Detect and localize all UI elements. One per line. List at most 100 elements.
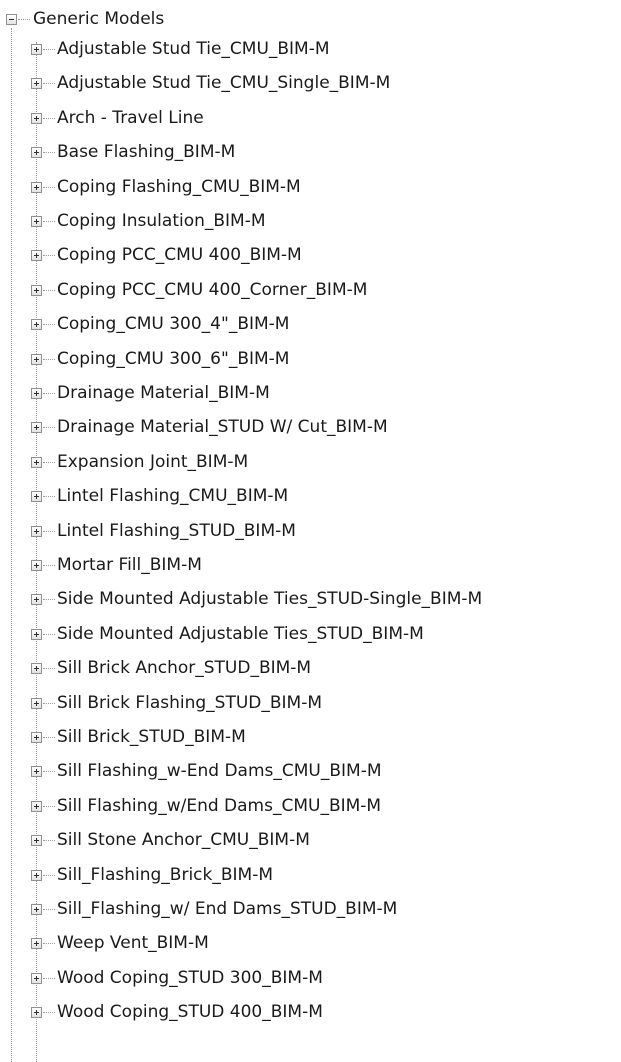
expand-icon[interactable] [31,44,42,55]
tree-node-label[interactable]: Drainage Material_STUD W/ Cut_BIM-M [57,416,388,438]
tree-node-label[interactable]: Wood Coping_STUD 300_BIM-M [57,967,323,989]
tree-node-family[interactable]: Expansion Joint_BIM-M [0,447,621,477]
tree-node-family[interactable]: Base Flashing_BIM-M [0,137,621,167]
tree-node-label[interactable]: Lintel Flashing_STUD_BIM-M [57,520,296,542]
tree-connector-branch [43,290,55,291]
expand-icon[interactable] [31,78,42,89]
expand-icon[interactable] [31,801,42,812]
tree-node-family[interactable]: Side Mounted Adjustable Ties_STUD_BIM-M [0,619,621,649]
expand-icon[interactable] [31,904,42,915]
expand-icon[interactable] [31,698,42,709]
tree-node-label[interactable]: Coping Flashing_CMU_BIM-M [57,176,301,198]
tree-node-label[interactable]: Coping Insulation_BIM-M [57,210,266,232]
tree-node-label[interactable]: Coping_CMU 300_4"_BIM-M [57,313,289,335]
tree-node-label[interactable]: Adjustable Stud Tie_CMU_BIM-M [57,38,330,60]
tree-node-family[interactable]: Sill Stone Anchor_CMU_BIM-M [0,825,621,855]
tree-connector-branch [43,462,55,463]
tree-connector-branch [43,703,55,704]
tree-node-label[interactable]: Sill Flashing_w/End Dams_CMU_BIM-M [57,795,381,817]
tree-node-family[interactable]: Adjustable Stud Tie_CMU_Single_BIM-M [0,68,621,98]
tree-node-label[interactable]: Sill Flashing_w-End Dams_CMU_BIM-M [57,760,382,782]
tree-node-family[interactable]: Mortar Fill_BIM-M [0,550,621,580]
tree-node-family[interactable]: Coping_CMU 300_6"_BIM-M [0,344,621,374]
tree-node-label[interactable]: Coping PCC_CMU 400_BIM-M [57,244,302,266]
tree-node-family[interactable]: Sill Brick Anchor_STUD_BIM-M [0,653,621,683]
expand-icon[interactable] [31,147,42,158]
tree-node-family[interactable]: Weep Vent_BIM-M [0,928,621,958]
expand-icon[interactable] [31,354,42,365]
expand-icon[interactable] [31,594,42,605]
project-browser-tree: Generic Models Adjustable Stud Tie_CMU_B… [0,0,621,1062]
tree-node-family[interactable]: Coping_CMU 300_4"_BIM-M [0,309,621,339]
tree-connector-branch [43,668,55,669]
tree-node-label[interactable]: Base Flashing_BIM-M [57,141,235,163]
tree-node-family[interactable]: Adjustable Stud Tie_CMU_BIM-M [0,34,621,64]
tree-connector-branch [43,599,55,600]
expand-icon[interactable] [31,216,42,227]
expand-icon[interactable] [31,182,42,193]
tree-node-family[interactable]: Sill Flashing_w/End Dams_CMU_BIM-M [0,791,621,821]
tree-node-label[interactable]: Sill_Flashing_w/ End Dams_STUD_BIM-M [57,898,397,920]
tree-node-family[interactable]: Drainage Material_STUD W/ Cut_BIM-M [0,412,621,442]
expand-icon[interactable] [31,113,42,124]
tree-node-label[interactable]: Side Mounted Adjustable Ties_STUD-Single… [57,588,482,610]
expand-icon[interactable] [31,250,42,261]
expand-icon[interactable] [31,1007,42,1018]
tree-node-label[interactable]: Side Mounted Adjustable Ties_STUD_BIM-M [57,623,424,645]
expand-icon[interactable] [31,663,42,674]
tree-node-label[interactable]: Expansion Joint_BIM-M [57,451,248,473]
expand-icon[interactable] [31,870,42,881]
tree-node-family[interactable]: Arch - Travel Line [0,103,621,133]
tree-node-family[interactable]: Sill_Flashing_Brick_BIM-M [0,860,621,890]
tree-node-label[interactable]: Sill Brick Anchor_STUD_BIM-M [57,657,311,679]
tree-node-label[interactable]: Sill Brick Flashing_STUD_BIM-M [57,692,322,714]
expand-icon[interactable] [31,285,42,296]
tree-node-label[interactable]: Mortar Fill_BIM-M [57,554,202,576]
expand-icon[interactable] [31,422,42,433]
tree-node-label[interactable]: Weep Vent_BIM-M [57,932,209,954]
tree-connector-branch [43,1012,55,1013]
expand-icon[interactable] [31,732,42,743]
expand-icon[interactable] [31,938,42,949]
tree-node-family[interactable]: Coping PCC_CMU 400_Corner_BIM-M [0,275,621,305]
tree-node-family[interactable]: Sill Brick Flashing_STUD_BIM-M [0,688,621,718]
tree-node-family[interactable]: Coping PCC_CMU 400_BIM-M [0,240,621,270]
collapse-icon[interactable] [6,14,17,25]
tree-node-family[interactable]: Lintel Flashing_STUD_BIM-M [0,516,621,546]
tree-connector-branch [43,909,55,910]
tree-node-family[interactable]: Sill_Flashing_w/ End Dams_STUD_BIM-M [0,894,621,924]
tree-node-family[interactable]: Sill Flashing_w-End Dams_CMU_BIM-M [0,756,621,786]
tree-connector-branch [43,771,55,772]
tree-connector-branch [43,359,55,360]
tree-node-label[interactable]: Coping_CMU 300_6"_BIM-M [57,348,289,370]
tree-node-family[interactable]: Coping Insulation_BIM-M [0,206,621,236]
tree-node-family[interactable]: Coping Flashing_CMU_BIM-M [0,172,621,202]
expand-icon[interactable] [31,319,42,330]
tree-node-family[interactable]: Lintel Flashing_CMU_BIM-M [0,481,621,511]
expand-icon[interactable] [31,766,42,777]
tree-node-label[interactable]: Sill Brick_STUD_BIM-M [57,726,246,748]
expand-icon[interactable] [31,973,42,984]
tree-node-generic-models[interactable]: Generic Models [0,4,621,34]
tree-node-label[interactable]: Drainage Material_BIM-M [57,382,270,404]
tree-node-label[interactable]: Sill Stone Anchor_CMU_BIM-M [57,829,310,851]
expand-icon[interactable] [31,629,42,640]
tree-node-label[interactable]: Coping PCC_CMU 400_Corner_BIM-M [57,279,367,301]
tree-node-family[interactable]: Wood Coping_STUD 300_BIM-M [0,963,621,993]
tree-node-label[interactable]: Generic Models [33,8,164,30]
tree-node-family[interactable]: Wood Coping_STUD 400_BIM-M [0,997,621,1027]
tree-node-family[interactable]: Sill Brick_STUD_BIM-M [0,722,621,752]
tree-node-label[interactable]: Adjustable Stud Tie_CMU_Single_BIM-M [57,72,390,94]
tree-node-label[interactable]: Lintel Flashing_CMU_BIM-M [57,485,288,507]
tree-node-label[interactable]: Sill_Flashing_Brick_BIM-M [57,864,273,886]
tree-node-family[interactable]: Drainage Material_BIM-M [0,378,621,408]
expand-icon[interactable] [31,388,42,399]
tree-node-label[interactable]: Wood Coping_STUD 400_BIM-M [57,1001,323,1023]
expand-icon[interactable] [31,560,42,571]
expand-icon[interactable] [31,835,42,846]
expand-icon[interactable] [31,491,42,502]
tree-node-family[interactable]: Side Mounted Adjustable Ties_STUD-Single… [0,584,621,614]
expand-icon[interactable] [31,457,42,468]
tree-node-label[interactable]: Arch - Travel Line [57,107,204,129]
expand-icon[interactable] [31,526,42,537]
